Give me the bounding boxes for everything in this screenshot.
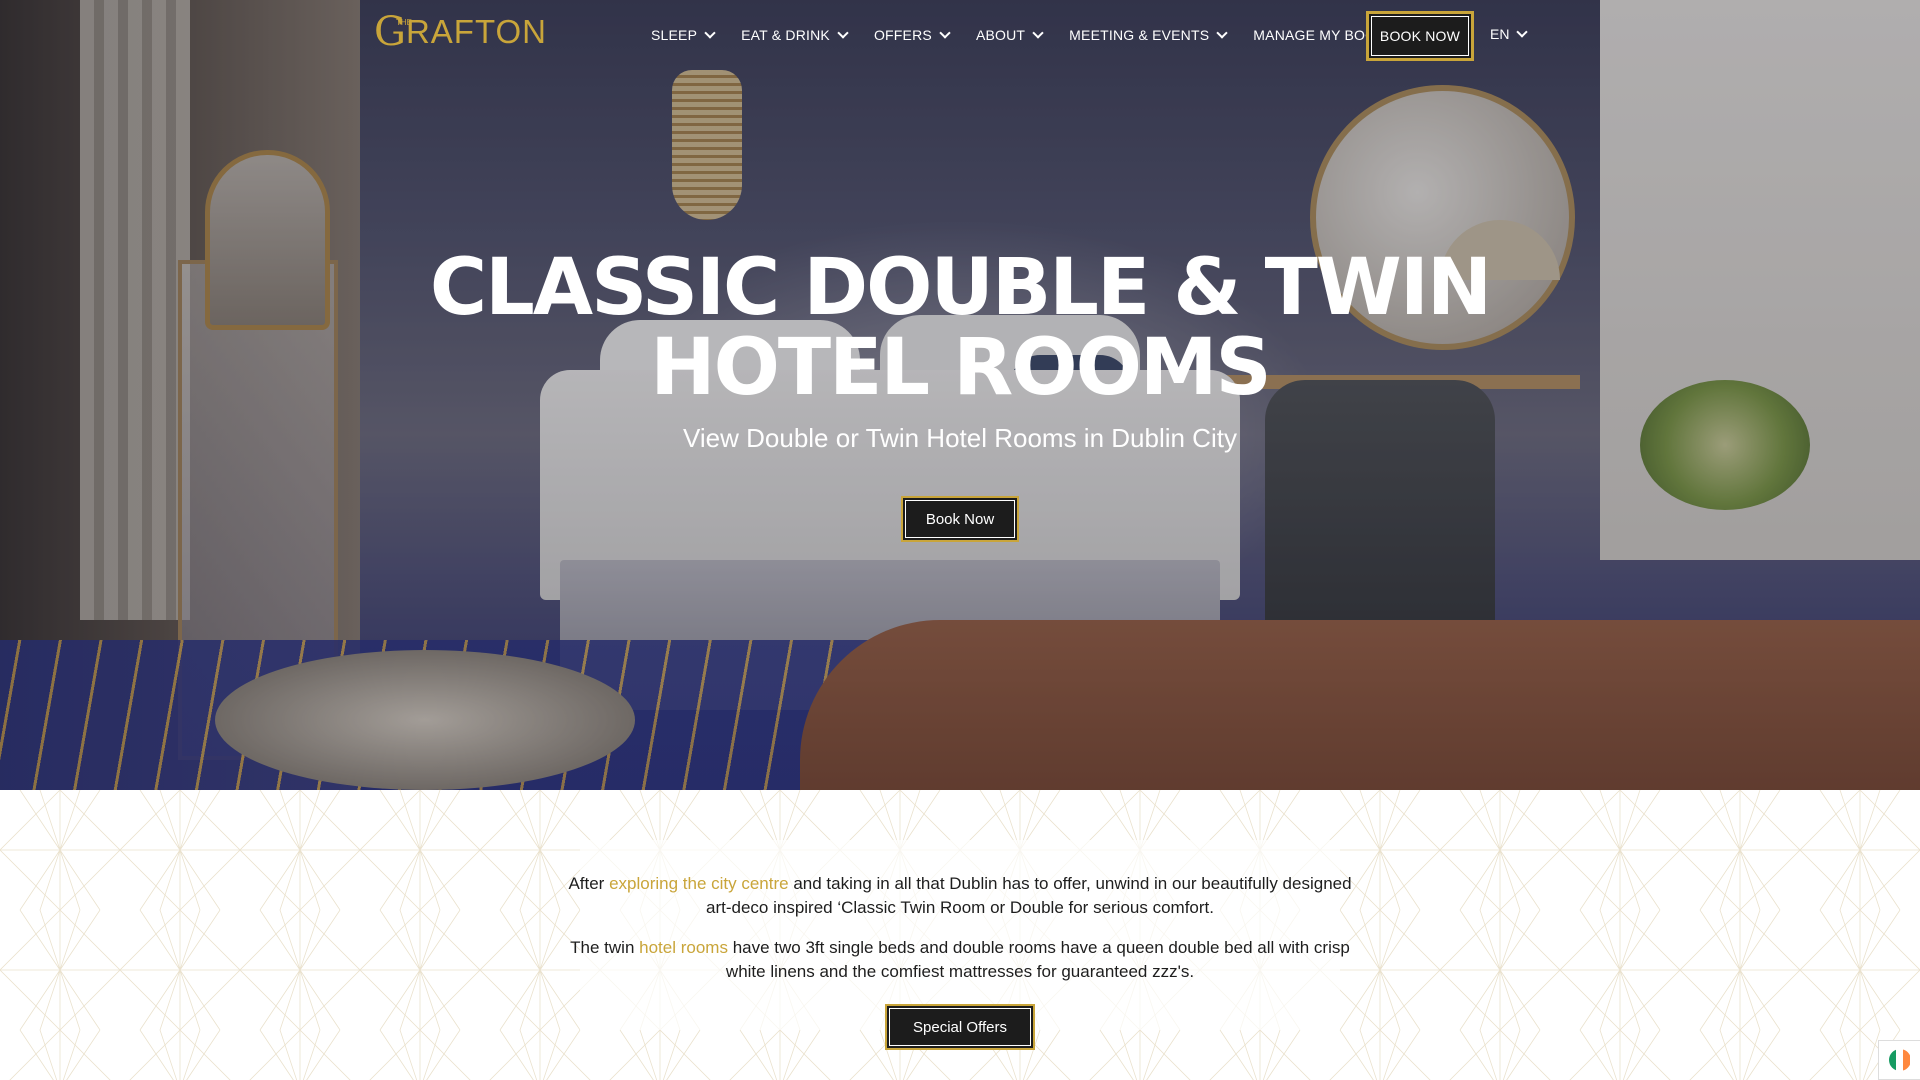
hero-book-now-button[interactable]: Book Now xyxy=(901,496,1019,542)
hero-book-now-label: Book Now xyxy=(905,500,1015,538)
main-nav: SLEEP EAT & DRINK OFFERS ABOUT MEETING &… xyxy=(651,21,1434,49)
hotel-logo[interactable]: G THE RAFTON xyxy=(374,12,546,52)
intro-text: and taking in all that Dublin has to off… xyxy=(706,874,1352,917)
nav-item-label: ABOUT xyxy=(975,27,1026,43)
special-offers-label: Special Offers xyxy=(889,1008,1031,1046)
hero-banner: CLASSIC DOUBLE & TWIN HOTEL ROOMS View D… xyxy=(0,0,1920,790)
rooms-text: The twin xyxy=(570,938,640,957)
chevron-down-icon xyxy=(1516,25,1529,38)
nav-item-meeting-events[interactable]: MEETING & EVENTS xyxy=(1069,26,1228,43)
chevron-down-icon xyxy=(704,26,716,39)
nav-item-label: OFFERS xyxy=(873,27,932,43)
flag-stripe-white xyxy=(1895,1049,1904,1071)
intro-paragraph: After exploring the city centre and taki… xyxy=(560,872,1360,920)
chevron-down-icon xyxy=(837,26,849,39)
nav-item-offers[interactable]: OFFERS xyxy=(873,26,951,43)
page-title: CLASSIC DOUBLE & TWIN HOTEL ROOMS xyxy=(360,248,1560,408)
hero-subtitle: View Double or Twin Hotel Rooms in Dubli… xyxy=(683,423,1237,453)
language-label: EN xyxy=(1490,26,1510,42)
flag-circle xyxy=(1888,1049,1911,1071)
rooms-text: have two 3ft single beds and double room… xyxy=(725,938,1350,981)
logo-prefix: THE xyxy=(396,18,412,27)
hotel-rooms-link[interactable]: hotel rooms xyxy=(639,938,728,957)
header-book-now-button[interactable]: BOOK NOW xyxy=(1366,11,1474,61)
logo-name: RAFTON xyxy=(405,13,548,50)
flag-stripe-green xyxy=(1888,1049,1896,1071)
nav-item-label: SLEEP xyxy=(651,27,698,43)
chevron-down-icon xyxy=(939,26,951,39)
ireland-flag-icon[interactable] xyxy=(1878,1040,1920,1080)
nav-item-eat-drink[interactable]: EAT & DRINK xyxy=(741,26,849,43)
language-selector[interactable]: EN xyxy=(1490,25,1529,42)
nav-item-sleep[interactable]: SLEEP xyxy=(651,26,716,43)
page-title-line: HOTEL ROOMS xyxy=(650,323,1271,413)
nav-item-label: MEETING & EVENTS xyxy=(1069,27,1210,43)
explore-city-link[interactable]: exploring the city centre xyxy=(609,874,789,893)
chevron-down-icon xyxy=(1216,26,1228,39)
nav-item-about[interactable]: ABOUT xyxy=(975,26,1044,43)
nav-item-label: EAT & DRINK xyxy=(741,27,830,43)
site-header: G THE RAFTON SLEEP EAT & DRINK OFFERS AB… xyxy=(0,0,1920,70)
intro-text: After xyxy=(568,874,610,893)
flag-stripe-orange xyxy=(1903,1049,1911,1071)
rooms-paragraph: The twin hotel rooms have two 3ft single… xyxy=(560,936,1360,984)
chevron-down-icon xyxy=(1032,26,1044,39)
page-title-line: CLASSIC DOUBLE & TWIN xyxy=(429,243,1492,333)
special-offers-button[interactable]: Special Offers xyxy=(885,1004,1035,1050)
intro-section: After exploring the city centre and taki… xyxy=(0,790,1920,1080)
header-book-now-label: BOOK NOW xyxy=(1371,16,1469,56)
